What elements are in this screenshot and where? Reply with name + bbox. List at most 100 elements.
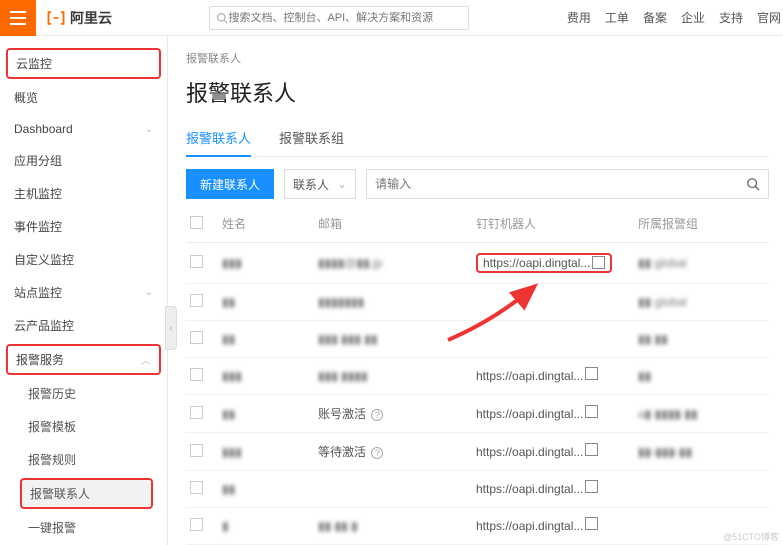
cell-group: ▮▮	[638, 369, 651, 383]
tab-contacts[interactable]: 报警联系人	[186, 122, 251, 157]
copy-icon[interactable]	[587, 445, 598, 456]
tabs: 报警联系人 报警联系组	[186, 122, 769, 157]
table-row: ▮▮▮ ▮▮▮▮@▮▮.jp https://oapi.dingtal... ▮▮ …	[186, 243, 769, 284]
top-nav-links: 费用 工单 备案 企业 支持 官网	[567, 9, 781, 26]
table-row: ▮▮▮ ▮▮ ▮https://oapi.dingtal...	[186, 508, 769, 545]
main-content: 报警联系人 报警联系人 报警联系人 报警联系组 新建联系人 联系人⌄ 姓名 邮箱…	[168, 36, 783, 545]
row-checkbox[interactable]	[190, 406, 203, 419]
chevron-down-icon: ⌄	[145, 287, 153, 298]
menu-toggle-button[interactable]	[0, 0, 36, 36]
top-link-icp[interactable]: 备案	[643, 9, 667, 26]
row-checkbox[interactable]	[190, 331, 203, 344]
filter-input[interactable]	[375, 177, 746, 191]
search-icon[interactable]	[746, 177, 760, 191]
row-checkbox[interactable]	[190, 444, 203, 457]
sidebar-alarm-service[interactable]: 报警服务︿	[6, 344, 161, 375]
copy-icon[interactable]	[594, 258, 605, 269]
logo[interactable]: 阿里云	[46, 8, 112, 28]
global-search[interactable]	[209, 6, 469, 30]
copy-icon[interactable]	[587, 519, 598, 530]
row-checkbox[interactable]	[190, 294, 203, 307]
table-row: ▮▮▮ 等待激活 ? https://oapi.dingtal... ▮▮-▮▮▮-…	[186, 433, 769, 471]
col-mail: 邮箱	[318, 215, 476, 232]
sidebar-overview[interactable]: 概览	[0, 81, 167, 114]
cell-ding: https://oapi.dingtal...	[476, 407, 583, 421]
sidebar-event-monitor[interactable]: 事件监控	[0, 210, 167, 243]
cell-name: ▮▮	[222, 295, 235, 309]
cell-mail: ▮▮▮ ▮▮▮ ▮▮	[318, 332, 378, 346]
table-row: ▮▮ https://oapi.dingtal...	[186, 471, 769, 508]
row-checkbox[interactable]	[190, 255, 203, 268]
help-icon[interactable]: ?	[371, 409, 383, 421]
cell-ding: https://oapi.dingtal...	[476, 369, 583, 383]
new-contact-button[interactable]: 新建联系人	[186, 169, 274, 199]
sidebar-one-click[interactable]: 一键报警	[0, 511, 167, 544]
top-link-enterprise[interactable]: 企业	[681, 9, 705, 26]
col-ding: 钉钉机器人	[476, 215, 638, 232]
toolbar: 新建联系人 联系人⌄	[186, 169, 769, 199]
cell-ding: https://oapi.dingtal...	[483, 256, 590, 270]
top-link-ticket[interactable]: 工单	[605, 9, 629, 26]
tab-contact-groups[interactable]: 报警联系组	[279, 122, 344, 156]
sidebar-alarm-template[interactable]: 报警模板	[0, 410, 167, 443]
sidebar-cloud-monitor[interactable]: 云监控	[6, 48, 161, 79]
sidebar-app-group[interactable]: 应用分组	[0, 144, 167, 177]
sidebar-alarm-contact[interactable]: 报警联系人	[20, 478, 153, 509]
help-icon[interactable]: ?	[371, 447, 383, 459]
sidebar-product-monitor[interactable]: 云产品监控	[0, 309, 167, 342]
cell-name: ▮▮	[222, 482, 235, 496]
cell-mail: 账号激活	[318, 407, 366, 421]
cell-group: a▮ ▮▮▮▮ ▮▮	[638, 407, 698, 421]
sidebar-dashboard[interactable]: Dashboard⌄	[0, 114, 167, 144]
select-all-checkbox[interactable]	[190, 216, 203, 229]
chevron-up-icon: ︿	[141, 352, 151, 367]
row-checkbox[interactable]	[190, 518, 203, 531]
sidebar-site-monitor[interactable]: 站点监控⌄	[0, 276, 167, 309]
copy-icon[interactable]	[587, 407, 598, 418]
cell-ding: https://oapi.dingtal...	[476, 445, 583, 459]
sidebar-alarm-history[interactable]: 报警历史	[0, 377, 167, 410]
table-row: ▮▮▮▮▮ ▮▮▮ ▮▮▮▮ ▮▮	[186, 321, 769, 358]
table-row: ▮▮▮▮▮▮▮▮▮▮▮ global	[186, 284, 769, 321]
sidebar-collapse-handle[interactable]: ‹	[165, 306, 177, 350]
global-search-input[interactable]	[228, 12, 462, 24]
cell-name: ▮▮▮	[222, 369, 242, 383]
sidebar-custom-monitor[interactable]: 自定义监控	[0, 243, 167, 276]
chevron-down-icon: ⌄	[337, 177, 347, 191]
filter-type-select[interactable]: 联系人⌄	[284, 169, 356, 199]
copy-icon[interactable]	[587, 369, 598, 380]
logo-text: 阿里云	[70, 8, 112, 28]
cell-mail: ▮▮▮▮@▮▮.jp	[318, 256, 382, 270]
sidebar: 云监控 概览 Dashboard⌄ 应用分组 主机监控 事件监控 自定义监控 站…	[0, 36, 168, 545]
cell-mail: ▮▮▮ ▮▮▮▮	[318, 369, 368, 383]
sidebar-alarm-rule[interactable]: 报警规则	[0, 443, 167, 476]
cell-group: ▮▮ global	[638, 256, 687, 270]
cell-name: ▮	[222, 519, 229, 533]
filter-input-wrap	[366, 169, 769, 199]
cell-mail: 等待激活	[318, 445, 366, 459]
top-link-site[interactable]: 官网	[757, 9, 781, 26]
sidebar-host-monitor[interactable]: 主机监控	[0, 177, 167, 210]
page-title: 报警联系人	[186, 76, 769, 108]
col-name: 姓名	[222, 215, 318, 232]
cell-name: ▮▮▮	[222, 445, 242, 459]
cell-ding: https://oapi.dingtal...	[476, 482, 583, 496]
chevron-down-icon: ⌄	[145, 124, 153, 135]
row-checkbox[interactable]	[190, 481, 203, 494]
cell-name: ▮▮▮	[222, 256, 242, 270]
row-checkbox[interactable]	[190, 368, 203, 381]
copy-icon[interactable]	[587, 482, 598, 493]
cell-mail: ▮▮▮▮▮▮▮	[318, 295, 364, 309]
table-header: 姓名 邮箱 钉钉机器人 所属报警组	[186, 205, 769, 243]
top-link-cost[interactable]: 费用	[567, 9, 591, 26]
cell-group: ▮▮ global	[638, 295, 687, 309]
table-row: ▮▮账号激活 ?https://oapi.dingtal... a▮ ▮▮▮▮ …	[186, 395, 769, 433]
cell-group: ▮▮-▮▮▮-▮▮	[638, 445, 692, 459]
cell-group: ▮▮ ▮▮	[638, 332, 668, 346]
breadcrumb: 报警联系人	[186, 50, 769, 66]
top-link-support[interactable]: 支持	[719, 9, 743, 26]
search-icon	[216, 12, 228, 24]
table-body: ▮▮▮▮▮▮▮@▮▮.jphttps://oapi.dingtal... ▮▮ …	[186, 243, 769, 545]
watermark: @51CTO博客	[723, 530, 779, 543]
col-group: 所属报警组	[638, 215, 765, 232]
